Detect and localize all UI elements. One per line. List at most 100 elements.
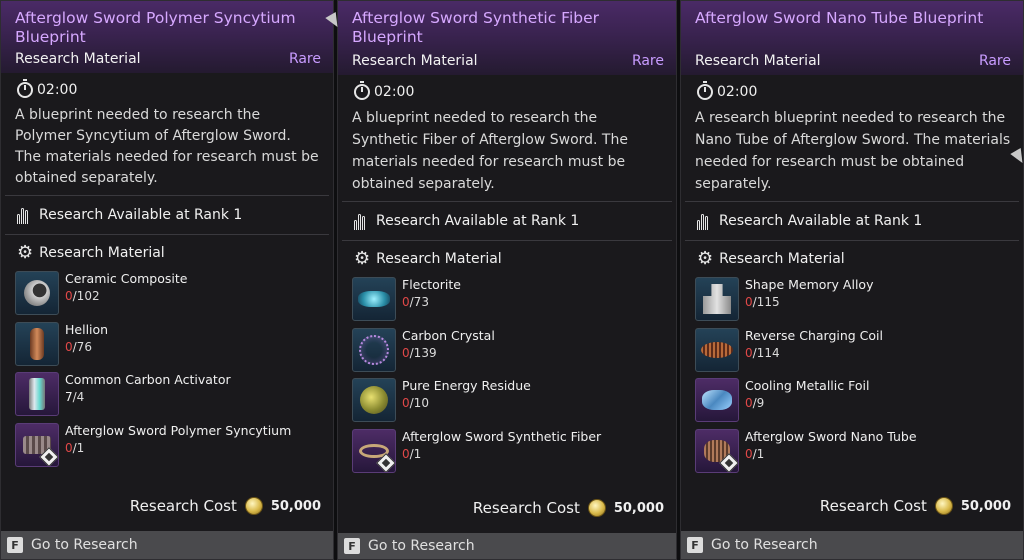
material-owned: 7 [65, 390, 73, 404]
materials-list: Ceramic Composite 0/102 Hellion 0/76 Commo… [1, 271, 333, 473]
material-required: /1 [72, 440, 85, 455]
card-header: Afterglow Sword Synthetic Fiber Blueprin… [338, 1, 676, 75]
material-owned: 0 [745, 446, 753, 461]
item-description: A research blueprint needed to research … [695, 110, 1011, 192]
cost-label: Research Cost [819, 497, 927, 515]
rarity-label: Rare [288, 51, 321, 67]
card-title: Afterglow Sword Polymer Syncytium Bluepr… [15, 9, 296, 46]
material-owned: 0 [65, 289, 73, 303]
material-owned: 0 [745, 295, 753, 309]
timer-text: 02:00 [37, 82, 78, 98]
item-type: Research Material [15, 51, 141, 67]
go-to-research-button[interactable]: F Go to Research [338, 533, 676, 559]
item-description: A blueprint needed to research the Synth… [352, 110, 628, 192]
hand-icon [354, 212, 368, 230]
material-owned: 0 [402, 295, 410, 309]
carbon-activator-icon [15, 372, 59, 416]
charging-coil-icon [695, 327, 739, 372]
go-to-research-label: Go to Research [711, 537, 818, 553]
material-name: Afterglow Sword Nano Tube [745, 428, 917, 444]
material-name: Cooling Metallic Foil [745, 378, 870, 393]
go-to-research-button[interactable]: F Go to Research [1, 531, 333, 559]
materials-list: Flectorite 0/73 Carbon Crystal 0/139 Pure … [338, 277, 676, 479]
material-owned: 0 [402, 345, 410, 360]
synthetic-fiber-icon [352, 428, 396, 473]
material-item[interactable]: Shape Memory Alloy 0/115 [695, 277, 1015, 328]
f-key-icon: F [7, 537, 23, 553]
material-item[interactable]: Ceramic Composite 0/102 [15, 271, 325, 322]
hellion-icon [15, 321, 59, 366]
item-type: Research Material [352, 53, 478, 69]
materials-heading: ⚙ Research Material [338, 241, 676, 277]
go-to-research-button[interactable]: F Go to Research [681, 531, 1023, 559]
material-required: /102 [72, 289, 100, 303]
f-key-icon: F [687, 537, 703, 553]
coin-icon [587, 499, 606, 517]
item-type: Research Material [695, 53, 821, 69]
stopwatch-icon [354, 81, 370, 100]
material-name: Shape Memory Alloy [745, 277, 874, 292]
cost-value: 50,000 [613, 500, 664, 516]
material-required: /4 [72, 390, 85, 404]
blueprint-card-polymer-syncytium: Afterglow Sword Polymer Syncytium Bluepr… [0, 0, 334, 560]
gears-icon: ⚙ [17, 242, 34, 263]
material-owned: 0 [65, 440, 73, 455]
rarity-label: Rare [631, 53, 664, 69]
material-item[interactable]: Common Carbon Activator 7/4 [15, 372, 325, 423]
research-time: 02:00 [338, 75, 676, 107]
materials-list: Shape Memory Alloy 0/115 Reverse Charging… [681, 277, 1023, 479]
rank-requirement: Research Available at Rank 1 [1, 196, 333, 234]
materials-heading-text: Research Material [719, 251, 845, 267]
research-time: 02:00 [1, 73, 333, 105]
material-required: /1 [752, 446, 765, 461]
material-name: Afterglow Sword Synthetic Fiber [402, 428, 602, 444]
material-name: Carbon Crystal [402, 327, 495, 343]
material-owned: 0 [745, 345, 753, 360]
material-required: /139 [409, 345, 437, 360]
material-item[interactable]: Cooling Metallic Foil 0/9 [695, 378, 1015, 429]
research-cost: Research Cost 50,000 [1, 489, 333, 523]
material-required: /76 [72, 339, 92, 354]
card-title: Afterglow Sword Nano Tube Blueprint [695, 9, 984, 27]
timer-text: 02:00 [717, 84, 758, 100]
material-item[interactable]: Afterglow Sword Synthetic Fiber 0/1 [352, 428, 668, 480]
cost-label: Research Cost [472, 499, 580, 517]
material-owned: 0 [745, 396, 753, 410]
blueprint-card-synthetic-fiber: Afterglow Sword Synthetic Fiber Blueprin… [337, 0, 677, 560]
hand-icon [17, 206, 31, 224]
timer-text: 02:00 [374, 84, 415, 100]
material-owned: 0 [402, 396, 410, 410]
material-item[interactable]: Reverse Charging Coil 0/114 [695, 327, 1015, 379]
cost-value: 50,000 [270, 498, 321, 514]
materials-heading: ⚙ Research Material [1, 235, 333, 271]
stopwatch-icon [17, 79, 33, 98]
material-name: Ceramic Composite [65, 271, 188, 286]
card-title: Afterglow Sword Synthetic Fiber Blueprin… [352, 9, 599, 46]
carbon-crystal-icon [352, 327, 396, 372]
shape-memory-alloy-icon [695, 277, 739, 321]
cost-label: Research Cost [129, 497, 237, 515]
item-description: A blueprint needed to research the Polym… [15, 107, 319, 186]
f-key-icon: F [344, 538, 360, 554]
gears-icon: ⚙ [697, 248, 714, 269]
material-item[interactable]: Carbon Crystal 0/139 [352, 327, 668, 379]
stopwatch-icon [697, 81, 713, 100]
research-time: 02:00 [681, 75, 1023, 107]
go-to-research-label: Go to Research [368, 538, 475, 554]
polymer-syncytium-icon [15, 422, 59, 467]
material-item[interactable]: Hellion 0/76 [15, 321, 325, 373]
card-header: Afterglow Sword Polymer Syncytium Bluepr… [1, 1, 333, 73]
material-item[interactable]: Flectorite 0/73 [352, 277, 668, 328]
materials-heading: ⚙ Research Material [681, 241, 1023, 277]
material-required: /115 [752, 295, 780, 309]
material-owned: 0 [402, 446, 410, 461]
material-required: /1 [409, 446, 422, 461]
nano-tube-icon [695, 428, 739, 473]
material-required: /9 [752, 396, 765, 410]
material-item[interactable]: Afterglow Sword Polymer Syncytium 0/1 [15, 422, 325, 474]
rank-text: Research Available at Rank 1 [39, 207, 243, 223]
rank-requirement: Research Available at Rank 1 [338, 202, 676, 240]
material-item[interactable]: Afterglow Sword Nano Tube 0/1 [695, 428, 1015, 480]
material-item[interactable]: Pure Energy Residue 0/10 [352, 378, 668, 429]
hand-icon [697, 212, 711, 230]
